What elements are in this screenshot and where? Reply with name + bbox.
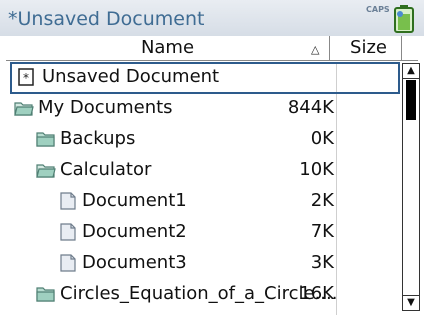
svg-text:*: * xyxy=(23,71,29,85)
list-item-document3[interactable]: Document3 3K xyxy=(0,248,400,279)
list-item-document2[interactable]: Document2 7K xyxy=(0,217,400,248)
sort-ascending-icon[interactable]: △ xyxy=(311,44,319,55)
list-item-size: 3K xyxy=(310,252,334,273)
list-item-label: My Documents xyxy=(38,97,173,118)
size-column-header[interactable]: Size xyxy=(336,36,402,60)
list-item-document1[interactable]: Document1 2K xyxy=(0,186,400,217)
document-icon xyxy=(60,223,76,241)
list-item-size: 10K xyxy=(299,159,334,180)
list-item-label: Document2 xyxy=(82,221,187,242)
list-item-size: 7K xyxy=(310,221,334,242)
list-item-size: 16K xyxy=(299,283,334,304)
name-column-header[interactable]: Name xyxy=(6,36,330,60)
caps-indicator: CAPS xyxy=(366,5,390,14)
list-item-size: 2K xyxy=(310,190,334,211)
title-bar: *Unsaved Document CAPS xyxy=(0,0,424,36)
list-item-circles-equation[interactable]: Circles_Equation_of_a_Circle.... 16K xyxy=(0,279,400,310)
scrollbar-thumb[interactable] xyxy=(406,80,416,120)
list-item-label: Backups xyxy=(60,128,136,149)
folder-icon xyxy=(36,132,55,147)
column-header: Name △ Size xyxy=(6,36,418,61)
list-item-label: Calculator xyxy=(60,159,152,180)
list-item-unsaved-document[interactable]: * Unsaved Document xyxy=(10,62,400,94)
list-item-label: Document3 xyxy=(82,252,187,273)
list-item-calculator[interactable]: Calculator 10K xyxy=(0,155,400,186)
unsaved-doc-icon: * xyxy=(18,68,34,86)
document-title: *Unsaved Document xyxy=(8,8,205,30)
list-item-label: Unsaved Document xyxy=(42,66,220,87)
open-folder-icon xyxy=(14,102,34,116)
scroll-down-arrow-icon[interactable]: ▼ xyxy=(403,295,419,310)
scroll-up-arrow-icon[interactable]: ▲ xyxy=(403,64,419,79)
file-list: * Unsaved Document My Documents 844K Bac… xyxy=(0,62,424,315)
battery-icon xyxy=(394,5,414,33)
list-item-my-documents[interactable]: My Documents 844K xyxy=(0,93,400,124)
list-item-label: Document1 xyxy=(82,190,187,211)
list-item-backups[interactable]: Backups 0K xyxy=(0,124,400,155)
document-icon xyxy=(60,192,76,210)
list-item-size: 844K xyxy=(287,97,334,118)
vertical-scrollbar[interactable]: ▲ ▼ xyxy=(402,63,420,311)
document-icon xyxy=(60,254,76,272)
folder-icon xyxy=(36,287,55,302)
open-folder-icon xyxy=(36,164,56,178)
list-item-size: 0K xyxy=(310,128,334,149)
